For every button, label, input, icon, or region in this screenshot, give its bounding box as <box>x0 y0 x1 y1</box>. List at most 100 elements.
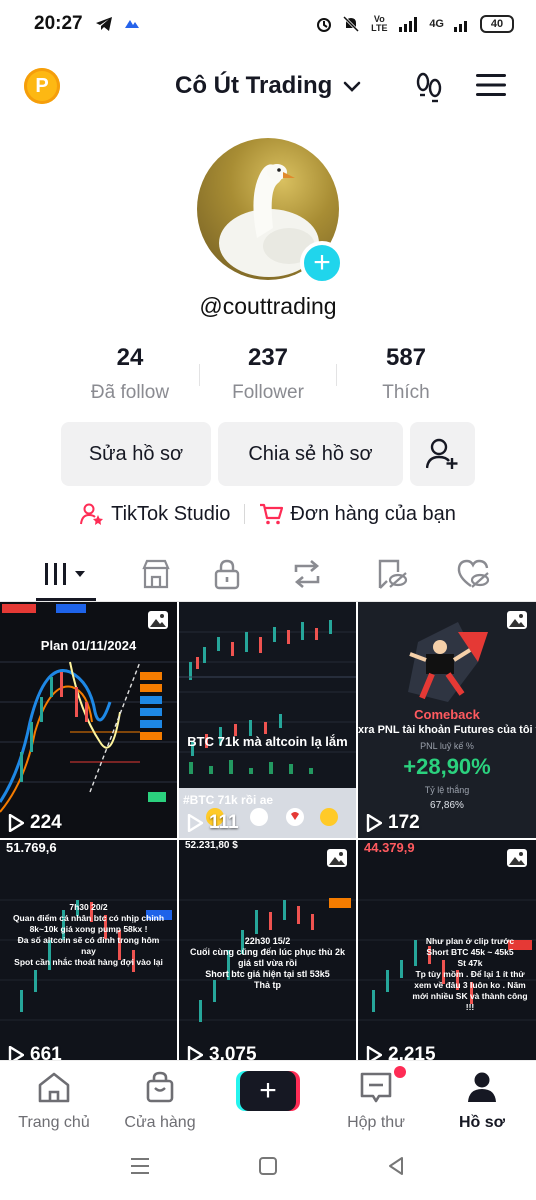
view-count: 172 <box>366 812 420 834</box>
mute-icon <box>343 15 360 33</box>
add-avatar-button[interactable]: + <box>300 241 344 285</box>
photo-mode-icon <box>148 611 168 629</box>
nav-profile[interactable]: Hồ sơ <box>432 1071 532 1132</box>
play-icon <box>187 1046 203 1060</box>
stat-followers[interactable]: 237 Follower <box>198 344 338 404</box>
recent-apps-icon[interactable] <box>128 1154 152 1178</box>
notification-dot <box>394 1066 406 1078</box>
shop-icon <box>141 559 170 589</box>
profile-icon <box>468 1072 496 1102</box>
video-caption: 22h30 15/2 Cuối cùng cũng đến lúc phục t… <box>190 936 345 990</box>
video-caption: BTC 71k mà altcoin lạ lắm <box>187 734 348 749</box>
account-switcher[interactable]: Cô Út Trading <box>0 72 536 100</box>
stat-value: 587 <box>385 344 427 371</box>
view-count: 2.215 <box>366 1044 436 1060</box>
creator-icon <box>80 503 104 525</box>
cart-icon <box>260 503 284 525</box>
tiktok-studio-link[interactable]: TikTok Studio <box>80 503 230 526</box>
status-time: 20:27 <box>34 13 83 34</box>
view-count-value: 2.215 <box>388 1044 436 1060</box>
nav-profile-label: Hồ sơ <box>458 1114 506 1131</box>
tab-videos[interactable] <box>22 546 111 602</box>
add-friend-button[interactable] <box>410 422 475 486</box>
video-footer-text: #BTC 71k rồi ae <box>183 793 274 807</box>
home-icon <box>38 1072 70 1103</box>
photo-mode-icon <box>507 849 527 867</box>
stat-likes[interactable]: 587 Thích <box>336 344 476 404</box>
share-profile-button[interactable]: Chia sẻ hồ sơ <box>218 422 403 486</box>
stat-label: Follower <box>232 382 304 403</box>
view-count: 661 <box>8 1044 62 1060</box>
add-user-icon <box>425 438 457 469</box>
signal-icon <box>399 17 418 32</box>
view-count: 3.075 <box>187 1044 257 1060</box>
video-thumbnail[interactable]: Comeback xra PNL tài khoản Futures của t… <box>358 602 536 838</box>
win-rate-value: 67,86% <box>430 800 464 811</box>
stat-value: 237 <box>247 344 289 371</box>
view-count: 111 <box>187 812 239 834</box>
creator-tools-row: TikTok Studio Đơn hàng của bạn <box>0 499 536 529</box>
price-label: 51.769,6 <box>6 840 57 855</box>
video-thumbnail[interactable]: BTC 71k mà altcoin lạ lắm #BTC 71k rồi a… <box>179 602 356 838</box>
home-button-icon[interactable] <box>256 1154 280 1178</box>
tab-favorites[interactable] <box>346 546 435 602</box>
tiktok-studio-label: TikTok Studio <box>111 502 231 525</box>
plus-icon: + <box>240 1071 296 1111</box>
play-icon <box>187 814 203 832</box>
tab-reposts[interactable] <box>262 546 351 602</box>
edit-profile-button[interactable]: Sửa hồ sơ <box>61 422 211 486</box>
volte-label: Vo LTE <box>371 14 388 33</box>
video-thumbnail[interactable]: 44.379,9 Như plan ở clip trước Short BTC… <box>358 840 536 1060</box>
view-count-value: 111 <box>209 812 239 833</box>
divider <box>244 504 246 524</box>
pnl-value: +28,90% <box>403 754 491 779</box>
nav-home-label: Trang chủ <box>18 1114 90 1131</box>
video-caption: 7h30 20/2 Quan điểm cá nhân btc có nhịp … <box>12 902 165 967</box>
profile-tabs <box>0 546 536 602</box>
view-count-value: 3.075 <box>209 1044 257 1060</box>
tab-private[interactable] <box>182 546 271 602</box>
view-count-value: 224 <box>30 812 62 833</box>
profile-stats: 24 Đã follow 237 Follower 587 Thích <box>0 344 536 408</box>
menu-icon[interactable] <box>476 72 506 98</box>
heart-hidden-icon <box>457 559 489 588</box>
play-icon <box>8 814 24 832</box>
video-caption: Như plan ở clip trước Short BTC 45k ~ 45… <box>412 936 528 1012</box>
chevron-down-icon <box>343 81 361 92</box>
video-thumbnail[interactable]: Plan 01/11/2024 224 <box>0 602 177 838</box>
videos-grid-icon <box>44 563 85 585</box>
create-button[interactable]: + <box>236 1071 300 1111</box>
pnl-label: PNL luỹ kế % <box>420 741 474 751</box>
nav-inbox[interactable]: Hộp thư <box>326 1071 426 1132</box>
alarm-icon <box>317 18 332 32</box>
nav-home[interactable]: Trang chủ <box>4 1071 104 1132</box>
back-icon[interactable] <box>384 1154 408 1178</box>
pnl-subtitle: xra PNL tài khoản Futures của tôi trên B <box>358 724 536 736</box>
video-thumbnail[interactable]: 51.769,6 7h30 20/2 Quan điểm cá nhân btc… <box>0 840 177 1060</box>
photo-mode-icon <box>507 611 527 629</box>
stat-value: 24 <box>116 344 144 371</box>
play-icon <box>366 1046 382 1060</box>
photo-mode-icon <box>327 849 347 867</box>
view-count-value: 661 <box>30 1044 62 1060</box>
inbox-icon <box>360 1072 392 1103</box>
video-thumbnail[interactable]: 52.231,80 $ 22h30 15/2 Cuối cùng cũng đế… <box>179 840 356 1060</box>
orders-link[interactable]: Đơn hàng của bạn <box>259 502 456 526</box>
bottom-navigation: Trang chủ Cửa hàng + Hộp thư Hồ sơ <box>0 1060 536 1136</box>
play-icon <box>366 814 382 832</box>
account-name: Cô Út Trading <box>175 72 333 99</box>
lock-icon <box>214 559 239 590</box>
repost-icon <box>294 560 319 588</box>
username: @couttrading <box>199 293 337 319</box>
orders-label: Đơn hàng của bạn <box>290 502 456 525</box>
system-navigation <box>0 1140 536 1200</box>
view-count-value: 172 <box>388 812 420 833</box>
play-icon <box>8 1046 24 1060</box>
nav-shop[interactable]: Cửa hàng <box>110 1071 210 1132</box>
nav-shop-label: Cửa hàng <box>124 1114 196 1131</box>
cloud-icon <box>124 20 139 28</box>
stat-following[interactable]: 24 Đã follow <box>60 344 200 404</box>
network-type: 4G <box>429 18 444 30</box>
footprints-icon[interactable] <box>412 70 446 104</box>
tab-liked[interactable] <box>428 546 517 602</box>
